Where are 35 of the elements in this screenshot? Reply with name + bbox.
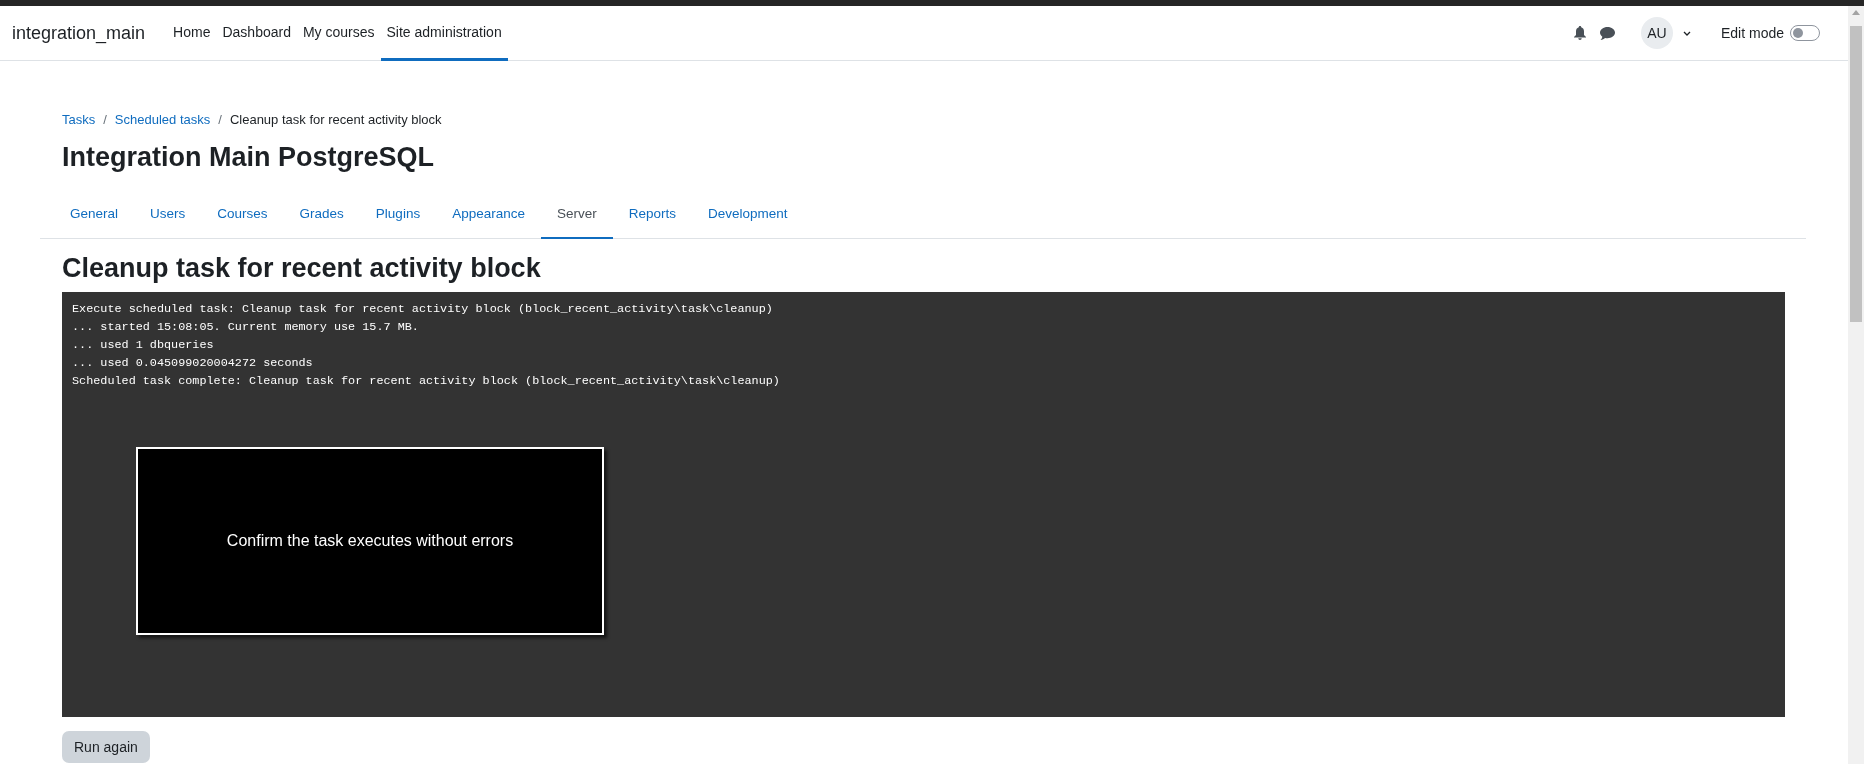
admin-tab[interactable]: Users [134,191,202,239]
breadcrumb-link[interactable]: Tasks [62,112,96,127]
admin-tab[interactable]: Appearance [436,191,541,239]
nav-link[interactable]: Dashboard [216,6,297,61]
console-line: ... used 1 dbqueries [72,337,215,354]
breadcrumb-current: Cleanup task for recent activity block [229,112,442,127]
nav-link[interactable]: My courses [296,6,381,61]
admin-tab[interactable]: General [54,191,135,239]
breadcrumb-link[interactable]: Scheduled tasks [114,112,211,127]
admin-tab[interactable]: Development [692,191,804,239]
admin-tab[interactable]: Grades [283,191,360,239]
console-line: ... used 0.045099020004272 seconds [72,355,314,372]
breadcrumb-separator: / [103,112,107,127]
scrollbar-thumb[interactable] [1850,26,1862,322]
nav-link[interactable]: Site administration [380,6,508,61]
console-line: Execute scheduled task: Cleanup task for recent activity block (block_recent_activity\task\cleanup) [72,301,774,318]
console-line: Scheduled task complete: Cleanup task for recent activity block (block_recent_activity\task\cleanup) [72,373,781,390]
page-title: Integration Main PostgreSQL [62,142,436,173]
edit-mode-toggle[interactable] [1790,25,1820,41]
caption-text: Confirm the task executes without errors [226,532,514,550]
console-line: ... started 15:08:05. Current memory use 15.7 MB. [72,319,420,336]
edit-mode-label: Edit mode [1720,25,1784,41]
breadcrumb-separator: / [218,112,222,127]
section-heading: Cleanup task for recent activity block [62,253,542,284]
admin-tab[interactable]: Reports [612,191,692,239]
chat-bubble-icon[interactable] [1599,26,1615,40]
bell-icon[interactable] [1573,26,1586,40]
admin-tab[interactable]: Plugins [359,191,437,239]
admin-tab[interactable]: Courses [201,191,284,239]
site-name[interactable]: integration_main [12,22,146,44]
run-again-button[interactable]: Run again [62,731,150,763]
nav-link[interactable]: Home [167,6,217,61]
caret-icon[interactable] [1682,30,1691,36]
user-avatar[interactable]: AU [1640,17,1673,49]
admin-tab[interactable]: Server [540,191,613,239]
